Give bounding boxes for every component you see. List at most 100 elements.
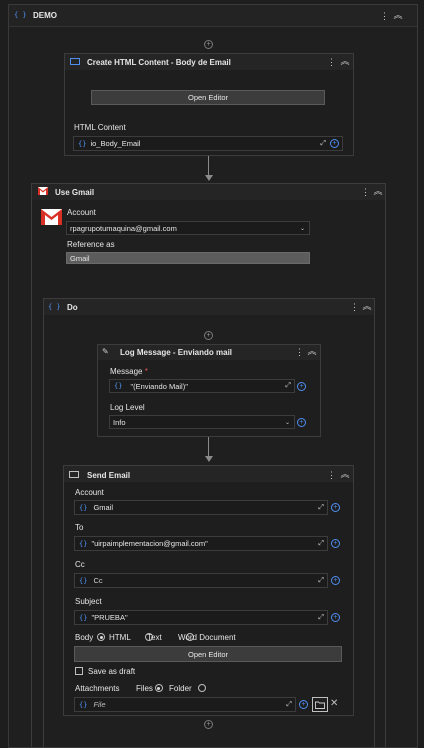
subject-value: "PRUEBA" [91,613,128,622]
send-email-title: Send Email [87,471,131,480]
variable-icon: {} [79,613,88,622]
send-account-value: Gmail [93,503,114,512]
do-header[interactable] [44,299,374,315]
reference-label: Reference as [67,240,115,249]
more-options-icon[interactable]: ⋮ [361,187,370,197]
body-label: Body [75,633,94,642]
to-field[interactable]: {} "uirpaimplementacion@gmail.com" ⤢ [74,536,328,551]
file-field[interactable]: {} File ⤢ [74,697,296,712]
file-placeholder: File [93,700,106,709]
add-circle-icon[interactable]: + [297,382,306,391]
html-content-field[interactable]: {} io_Body_Email ⤢ + [73,136,343,151]
reference-field[interactable]: Gmail [66,252,310,264]
root-header[interactable] [9,5,417,27]
connector-arrow-icon [205,456,213,462]
gmail-icon [38,187,48,195]
account-label: Account [67,208,96,217]
account-value: rpagrupotumaquina@gmail.com [70,223,177,233]
envelope-icon [69,471,79,478]
variable-icon: {} [78,139,87,148]
gmail-logo-icon [41,209,62,225]
send-account-field[interactable]: {} Gmail ⤢ [74,500,328,515]
log-icon: ✎ [102,347,109,356]
save-draft-checkbox[interactable] [75,667,83,675]
root-title: DEMO [33,11,57,20]
open-editor-button[interactable]: Open Editor [91,90,325,105]
chevron-down-icon: ⌄ [299,225,305,232]
more-options-icon[interactable]: ⋮ [327,470,336,480]
envelope-icon [70,58,80,65]
expand-icon[interactable]: ⤢ [320,140,326,148]
radio-folder-label: Folder [169,684,192,693]
add-circle-icon[interactable]: + [297,418,306,427]
more-options-icon[interactable]: ⋮ [295,347,304,357]
more-options-icon[interactable]: ⋮ [327,57,336,67]
save-draft-label: Save as draft [88,667,136,676]
add-activity-icon[interactable]: + [204,40,213,49]
connector-line [208,437,209,457]
expand-icon[interactable]: ⤢ [318,614,324,622]
collapse-icon[interactable]: ︽ [340,469,350,479]
log-level-value: Info [113,417,126,427]
collapse-icon[interactable]: ︽ [340,56,350,66]
account-select[interactable]: rpagrupotumaquina@gmail.com ⌄ [66,221,310,235]
variable-icon: {} [79,576,88,585]
required-mark: * [144,367,148,376]
more-options-icon[interactable]: ⋮ [380,11,389,21]
collapse-icon[interactable]: ︽ [362,301,372,311]
sequence-icon: { } [14,11,27,19]
add-activity-icon[interactable]: + [204,331,213,340]
send-open-editor-button[interactable]: Open Editor [74,646,342,662]
log-level-label: Log Level [110,403,145,412]
use-gmail-title: Use Gmail [55,188,95,197]
message-label: Message * [110,367,148,376]
do-title: Do [67,303,78,312]
html-content-label: HTML Content [74,123,126,132]
close-icon[interactable]: ✕ [330,698,338,709]
cc-field[interactable]: {} Cc ⤢ [74,573,328,588]
collapse-icon[interactable]: ︽ [373,186,383,196]
expand-icon[interactable]: ⤢ [286,701,292,709]
connector-line [208,156,209,176]
expand-icon[interactable]: ⤢ [285,382,291,390]
expand-icon[interactable]: ⤢ [318,504,324,512]
variable-icon: {} [79,503,88,512]
folder-icon[interactable] [312,697,328,712]
reference-value: Gmail [70,253,90,263]
more-options-icon[interactable]: ⋮ [350,302,359,312]
radio-files[interactable] [154,684,163,692]
send-account-label: Account [75,488,104,497]
connector-arrow-icon [205,175,213,181]
expand-icon[interactable]: ⤢ [318,577,324,585]
log-message-title: Log Message - Enviando mail [120,348,233,357]
add-circle-icon[interactable]: + [331,503,340,512]
radio-text-label: Text [147,633,162,642]
cc-placeholder: Cc [93,576,103,585]
cc-label: Cc [75,560,85,569]
variable-icon: {} [79,539,88,548]
add-circle-icon[interactable]: + [331,576,340,585]
subject-field[interactable]: {} "PRUEBA" ⤢ [74,610,328,625]
radio-html[interactable] [97,633,105,641]
radio-folder[interactable] [197,684,206,692]
to-label: To [75,523,84,532]
to-value: "uirpaimplementacion@gmail.com" [91,539,208,548]
collapse-icon[interactable]: ︽ [307,346,317,356]
add-circle-icon[interactable]: + [299,700,308,709]
create-html-title: Create HTML Content - Body de Email [87,58,231,67]
add-circle-icon[interactable]: + [331,613,340,622]
message-field[interactable]: {} "(Enviando Mail)" ⤢ [109,379,295,393]
attachments-label: Attachments [75,684,120,693]
expand-icon[interactable]: ⤢ [318,540,324,548]
sequence-icon: { } [48,303,61,311]
collapse-icon[interactable]: ︽ [393,10,403,20]
subject-label: Subject [75,597,102,606]
log-level-select[interactable]: Info ⌄ [109,415,295,429]
radio-files-label: Files [136,684,153,693]
variable-icon: {} [114,382,123,390]
add-circle-icon[interactable]: + [331,539,340,548]
add-circle-icon[interactable]: + [330,139,339,148]
variable-icon: {} [79,700,88,709]
radio-word-document-label: Word Document [178,633,236,642]
add-activity-icon[interactable]: + [204,720,213,729]
